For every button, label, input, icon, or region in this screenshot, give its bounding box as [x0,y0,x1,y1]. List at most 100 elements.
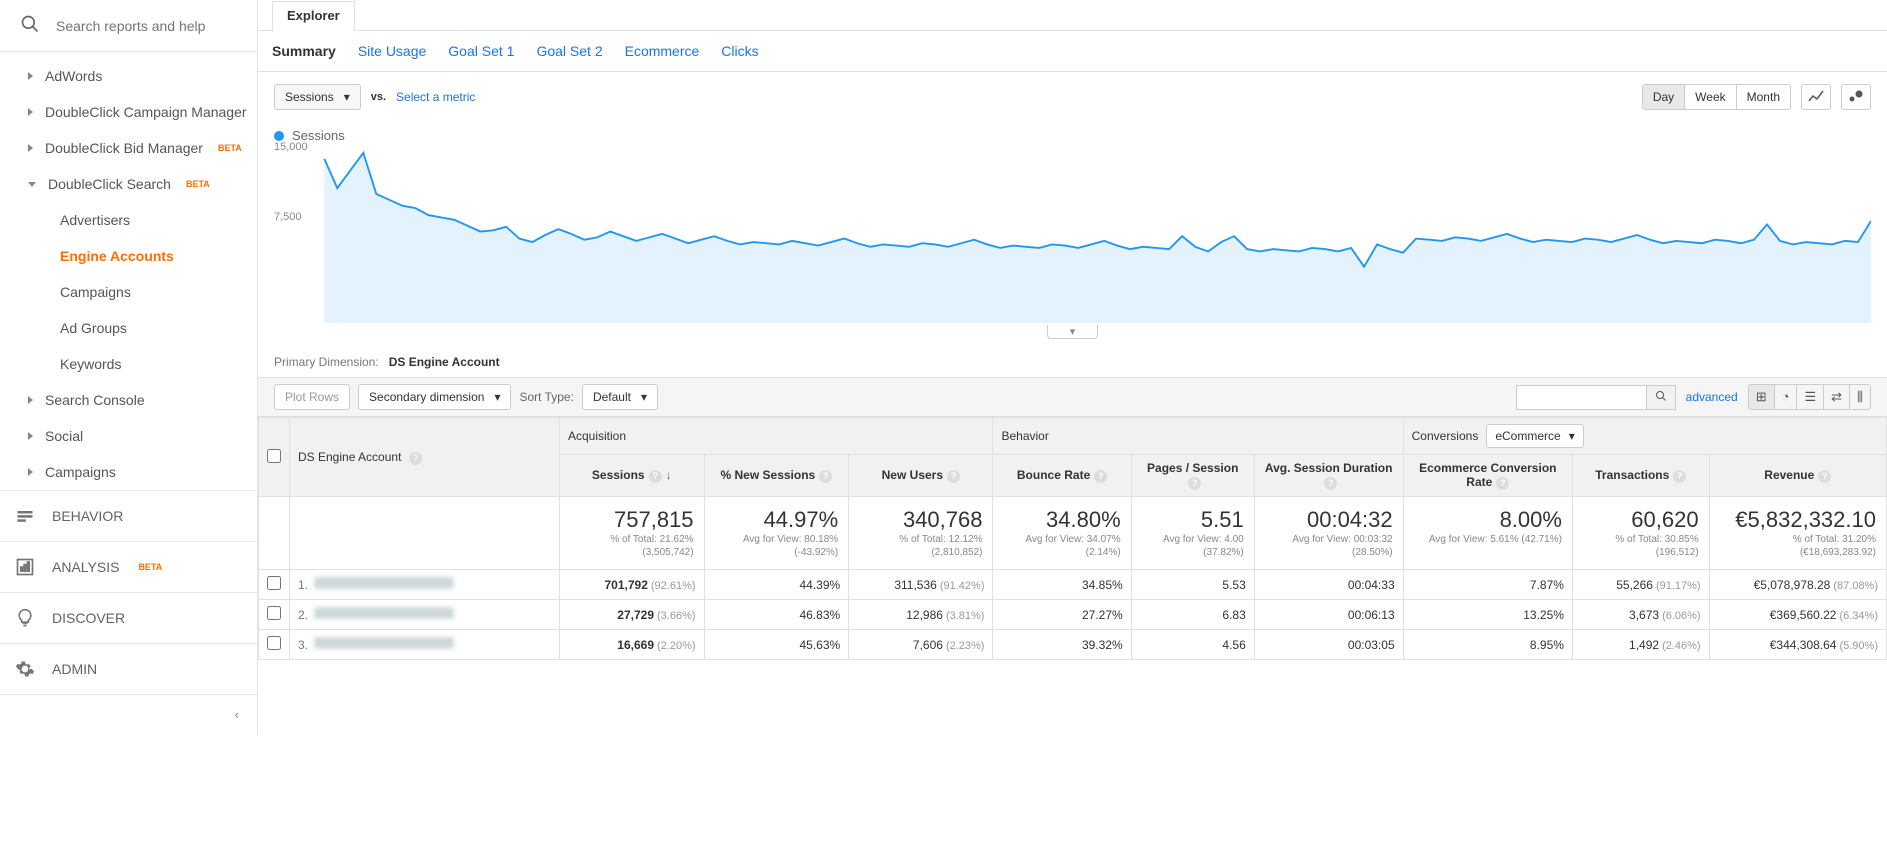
sidebar-subitem-engine-accounts[interactable]: Engine Accounts [0,238,257,274]
sidebar-item-campaigns[interactable]: Campaigns [0,454,257,490]
data-cell: 00:04:33 [1254,570,1403,600]
sidebar-subitem-advertisers[interactable]: Advertisers [0,202,257,238]
advanced-filter-link[interactable]: advanced [1686,390,1738,404]
nav-section-discover[interactable]: DISCOVER [0,592,257,643]
summary-cell: 60,620% of Total: 30.85% (196,512) [1572,497,1709,570]
column-header[interactable]: Bounce Rate? [993,455,1131,497]
chart-type-line-icon[interactable] [1801,84,1831,110]
nav-section-behavior[interactable]: BEHAVIOR [0,490,257,541]
subtab-ecommerce[interactable]: Ecommerce [625,43,700,59]
account-name-redacted[interactable] [314,577,454,589]
sidebar-item-social[interactable]: Social [0,418,257,454]
summary-cell: 8.00%Avg for View: 5.61% (42.71%) [1403,497,1572,570]
conversions-select[interactable]: eCommerce▾ [1486,424,1583,448]
sidebar-subitem-campaigns[interactable]: Campaigns [0,274,257,310]
data-cell: 00:06:13 [1254,600,1403,630]
search-input[interactable] [56,18,239,34]
granularity-month[interactable]: Month [1737,85,1790,109]
row-checkbox[interactable] [267,576,281,590]
secondary-dimension-select[interactable]: Secondary dimension▾ [358,384,511,410]
granularity-week[interactable]: Week [1685,85,1736,109]
help-icon[interactable]: ? [649,470,662,483]
view-pivot-icon[interactable]: ⫼ [1850,385,1870,409]
sidebar-item-doubleclick-search[interactable]: DoubleClick SearchBETA [0,166,257,202]
help-icon[interactable]: ? [819,470,832,483]
collapse-sidebar-icon[interactable]: ‹ [235,707,239,722]
analysis-icon [14,556,36,578]
data-cell: 701,792(92.61%) [560,570,705,600]
chevron-icon [28,108,33,116]
data-cell: 4.56 [1131,630,1254,660]
chevron-icon [28,396,33,404]
subtab-site-usage[interactable]: Site Usage [358,43,426,59]
table-filter-input[interactable] [1516,385,1646,410]
help-icon[interactable]: ? [1673,470,1686,483]
help-icon[interactable]: ? [1324,477,1337,490]
chevron-down-icon: ▾ [494,390,500,404]
view-table-icon[interactable]: ⊞ [1749,385,1775,409]
data-cell: €5,078,978.28(87.08%) [1709,570,1886,600]
subtab-goal-set-2[interactable]: Goal Set 2 [536,43,602,59]
column-header[interactable]: Transactions? [1572,455,1709,497]
data-cell: 13.25% [1403,600,1572,630]
sort-type-label: Sort Type: [519,390,573,404]
subtab-summary[interactable]: Summary [272,43,336,59]
help-icon[interactable]: ? [947,470,960,483]
view-pie-icon[interactable]: ◔ [1775,385,1798,409]
sidebar-item-adwords[interactable]: AdWords [0,58,257,94]
sidebar-item-doubleclick-campaign-manager[interactable]: DoubleClick Campaign Manager [0,94,257,130]
help-icon[interactable]: ? [1818,470,1831,483]
help-icon[interactable]: ? [1188,477,1201,490]
summary-cell: 00:04:32Avg for View: 00:03:32 (28.50%) [1254,497,1403,570]
column-header[interactable]: Avg. Session Duration? [1254,455,1403,497]
nav-section-label: BEHAVIOR [52,508,123,524]
column-header[interactable]: Pages / Session? [1131,455,1254,497]
sidebar-subitem-keywords[interactable]: Keywords [0,346,257,382]
account-name-redacted[interactable] [314,607,454,619]
column-header[interactable]: Ecommerce Conversion Rate? [1403,455,1572,497]
beta-badge: BETA [218,143,242,153]
row-number: 2. [298,608,308,622]
help-icon[interactable]: ? [1496,477,1509,490]
column-header[interactable]: Sessions?↓ [560,455,705,497]
nav-section-admin[interactable]: ADMIN [0,643,257,694]
sidebar-subitem-ad-groups[interactable]: Ad Groups [0,310,257,346]
row-checkbox[interactable] [267,606,281,620]
plot-rows-button: Plot Rows [274,384,350,410]
table-filter-search-button[interactable] [1646,385,1676,410]
sidebar-item-doubleclick-bid-manager[interactable]: DoubleClick Bid ManagerBETA [0,130,257,166]
data-cell: 5.53 [1131,570,1254,600]
data-cell: 55,266(91.17%) [1572,570,1709,600]
discover-icon [14,607,36,629]
sort-type-select[interactable]: Default▾ [582,384,658,410]
beta-badge: BETA [138,562,162,572]
granularity-day[interactable]: Day [1643,85,1685,109]
metric-select[interactable]: Sessions▾ [274,84,361,110]
tab-explorer[interactable]: Explorer [272,1,355,31]
sidebar-item-label: Campaigns [45,464,116,480]
account-name-redacted[interactable] [314,637,454,649]
chart-type-motion-icon[interactable] [1841,84,1871,110]
view-performance-icon[interactable]: ☰ [1797,385,1824,409]
dimension-column-header[interactable]: DS Engine Account [298,450,401,464]
table-row: 2.27,729(3.66%)46.83%12,986(3.81%)27.27%… [259,600,1887,630]
chart-expand-toggle[interactable]: ▾ [1047,325,1099,339]
column-header[interactable]: New Users? [849,455,993,497]
behavior-icon [14,505,36,527]
subtab-goal-set-1[interactable]: Goal Set 1 [448,43,514,59]
chevron-icon [28,72,33,80]
primary-dimension-value[interactable]: DS Engine Account [389,355,500,369]
admin-icon [14,658,36,680]
help-icon[interactable]: ? [409,452,422,465]
column-header[interactable]: Revenue? [1709,455,1886,497]
select-metric-link[interactable]: Select a metric [396,90,475,104]
help-icon[interactable]: ? [1094,470,1107,483]
nav-section-analysis[interactable]: ANALYSISBETA [0,541,257,592]
column-header[interactable]: % New Sessions? [704,455,849,497]
nav-section-label: DISCOVER [52,610,125,626]
sidebar-item-search-console[interactable]: Search Console [0,382,257,418]
select-all-checkbox[interactable] [267,449,281,463]
subtab-clicks[interactable]: Clicks [721,43,758,59]
row-checkbox[interactable] [267,636,281,650]
view-comparison-icon[interactable]: ⇄ [1824,385,1850,409]
